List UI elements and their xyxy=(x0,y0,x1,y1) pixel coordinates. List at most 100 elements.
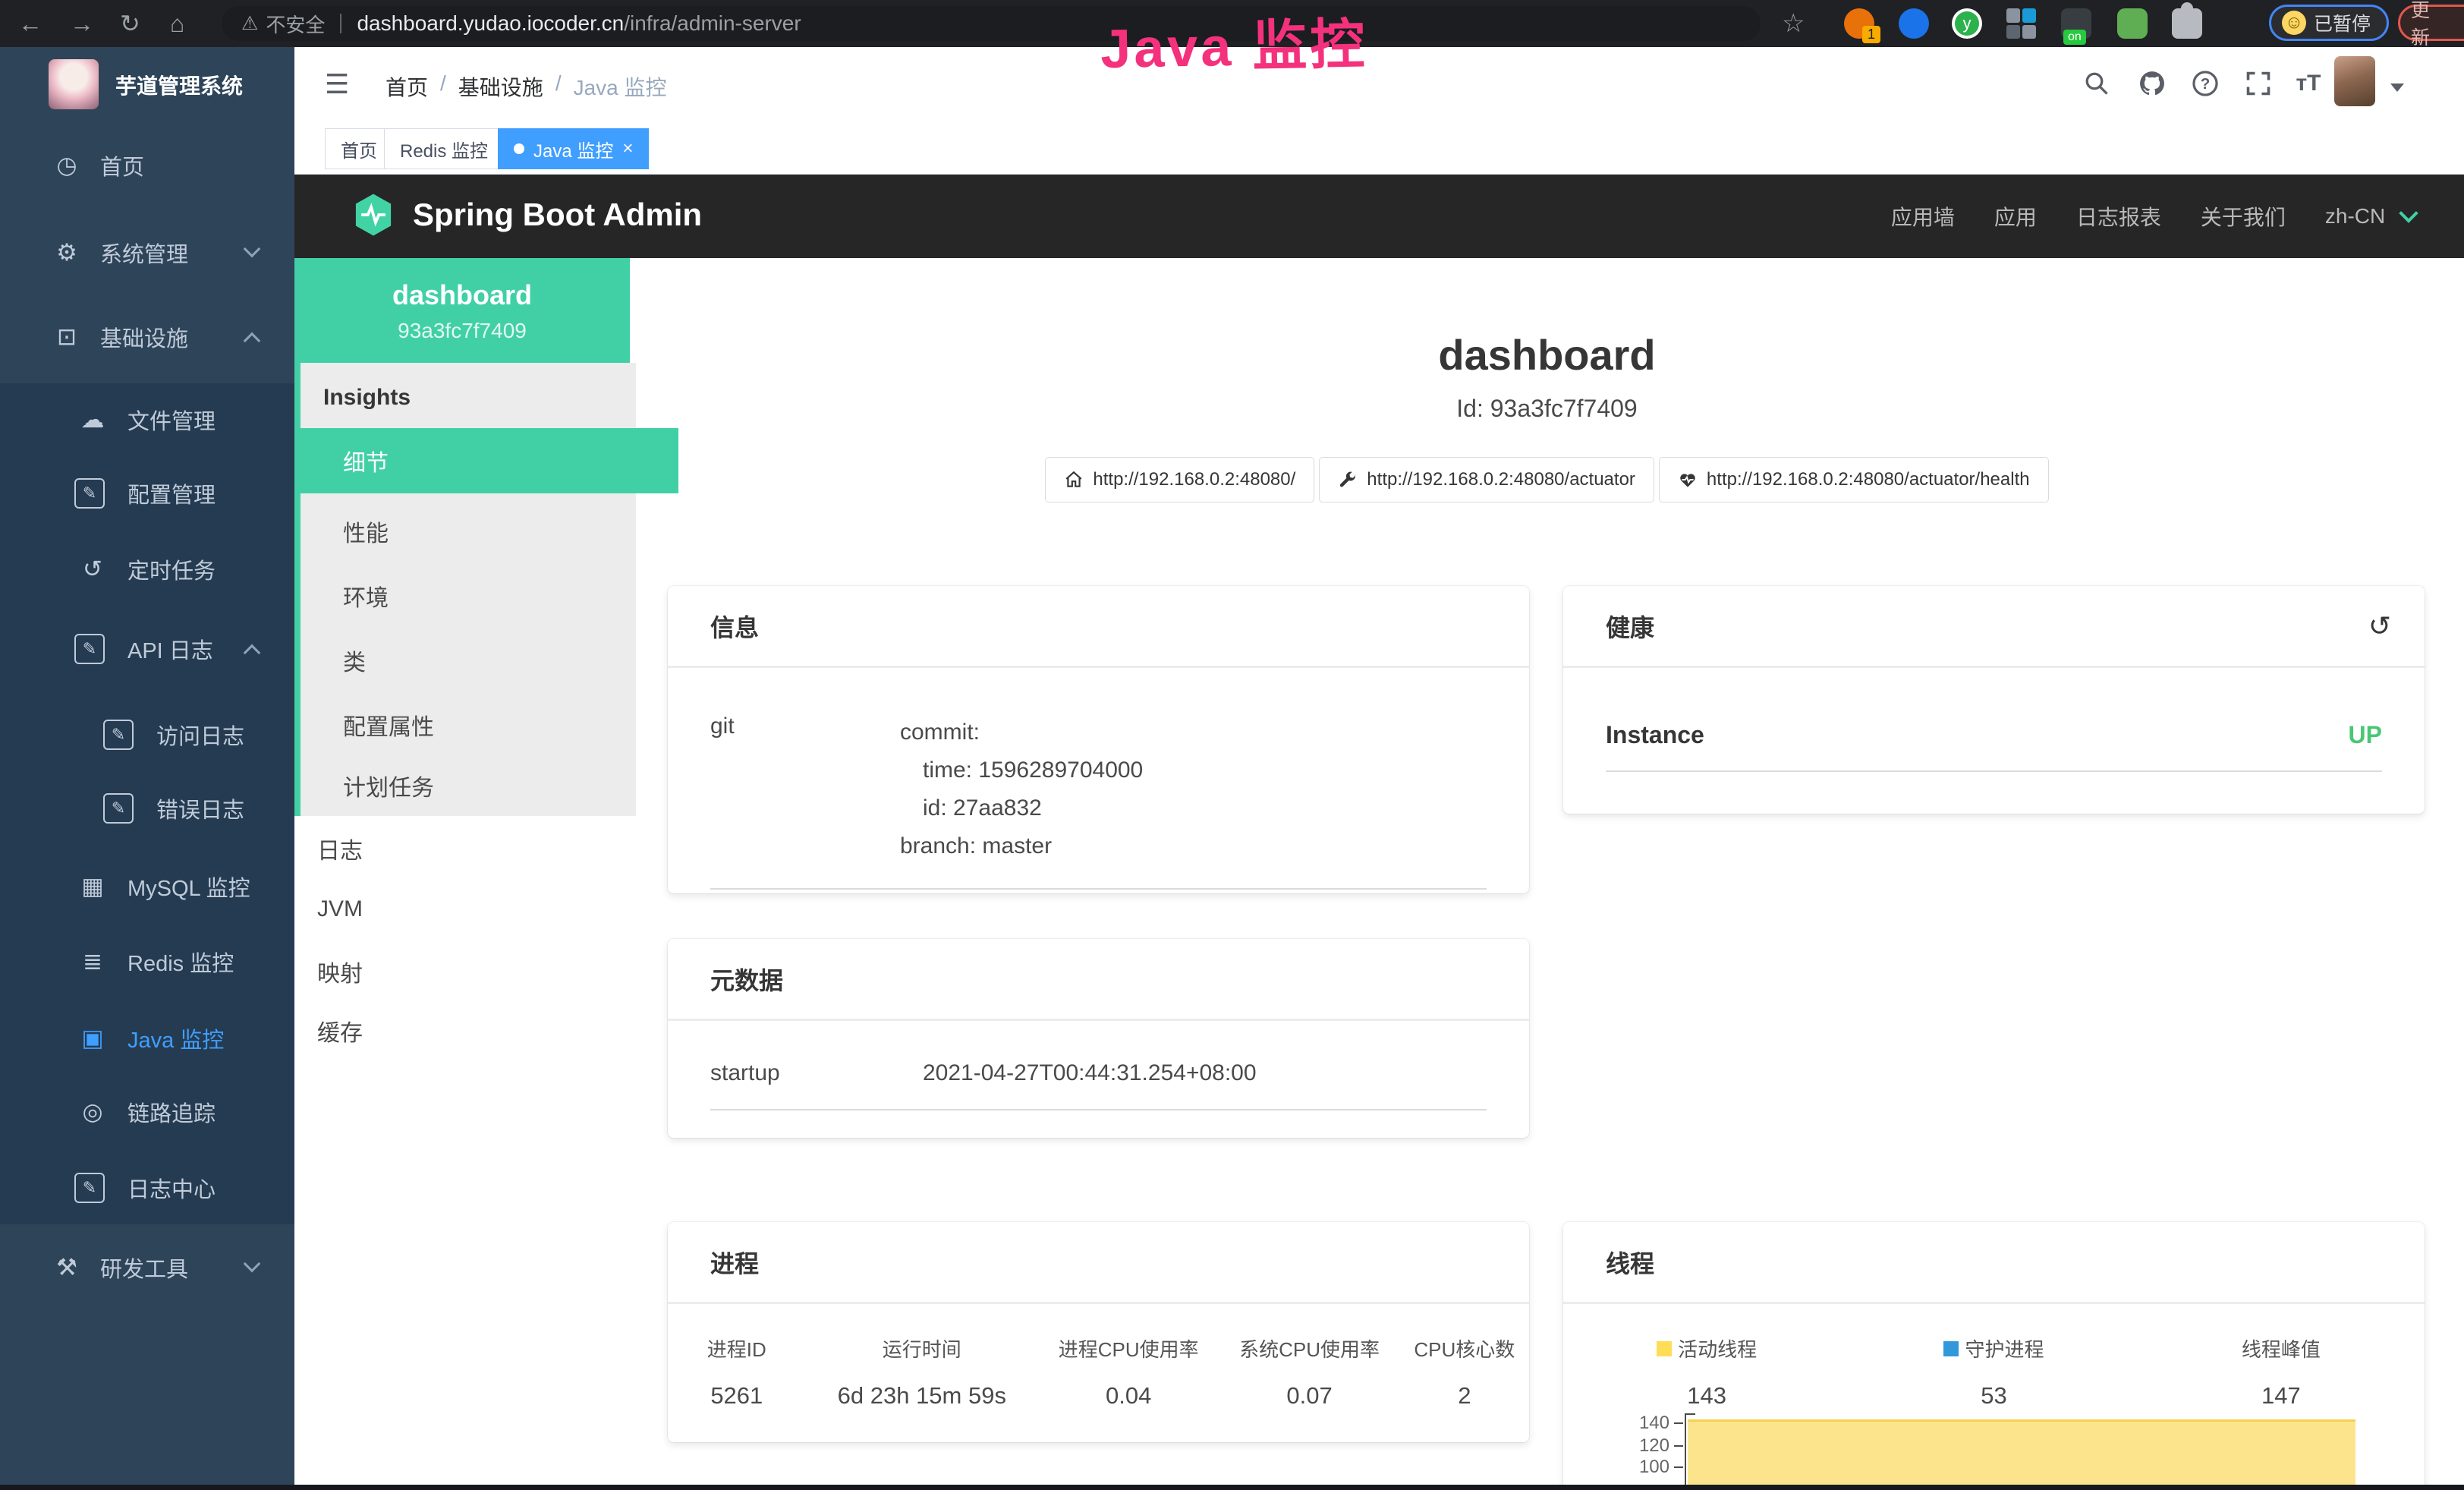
sba-language-select[interactable]: zh-CN xyxy=(2325,204,2415,228)
extension-grid-icon[interactable] xyxy=(2006,8,2037,39)
y-tick-label: 140 xyxy=(1594,1413,1669,1434)
sidebar-item-tracing[interactable]: ◎ 链路追踪 xyxy=(0,1078,294,1146)
sba-sidebar: dashboard 93a3fc7f7409 Insights 细节 性能 环境… xyxy=(294,258,630,1490)
browser-home-icon[interactable]: ⌂ xyxy=(170,0,184,47)
actuator-url-chip[interactable]: http://192.168.0.2:48080/actuator xyxy=(1319,457,1654,502)
threads-legend: 活动线程 143 守护进程 53 线程峰值 147 xyxy=(1563,1334,2425,1410)
paused-extension-pill[interactable]: ☺ 已暂停 xyxy=(2269,5,2389,41)
log-edit-icon: ✎ xyxy=(74,1173,105,1203)
puzzle-knob xyxy=(2181,2,2193,14)
history-icon: ↺ xyxy=(74,551,111,587)
sba-item-environment[interactable]: 环境 xyxy=(301,565,678,626)
sidebar-item-redis-monitor[interactable]: ≣ Redis 监控 xyxy=(0,928,294,996)
svg-text:?: ? xyxy=(2201,75,2211,93)
health-card-title: 健康 xyxy=(1606,609,1654,644)
tab-close-icon[interactable]: × xyxy=(622,138,633,159)
sidebar-item-java-monitor[interactable]: ▣ Java 监控 xyxy=(0,1004,294,1073)
update-browser-button[interactable]: 更新 ⋮ xyxy=(2398,5,2464,41)
help-icon[interactable]: ? xyxy=(2190,68,2220,99)
sidebar-item-access-logs[interactable]: ✎ 访问日志 xyxy=(0,701,294,769)
sba-nav-wallboard[interactable]: 应用墙 xyxy=(1891,201,1955,232)
git-time-line: time: 1596289704000 xyxy=(900,751,1143,789)
sidebar-item-infrastructure[interactable]: ⊡ 基础设施 xyxy=(0,303,294,371)
breadcrumb-home[interactable]: 首页 xyxy=(385,71,428,102)
sidebar-item-label: 访问日志 xyxy=(156,719,244,751)
handwritten-annotation: Java 监控 xyxy=(1100,0,1368,83)
sidebar-item-scheduled-jobs[interactable]: ↺ 定时任务 xyxy=(0,535,294,603)
hamburger-icon[interactable]: ☰ xyxy=(325,68,349,100)
health-instance-row: Instance UP xyxy=(1606,721,2382,772)
sba-nav-journal[interactable]: 日志报表 xyxy=(2076,201,2161,232)
browser-reload-icon[interactable]: ↻ xyxy=(120,0,140,47)
sba-item-metrics[interactable]: 性能 xyxy=(301,501,678,562)
process-col-value: 5261 xyxy=(668,1382,806,1410)
extension-orange-icon[interactable]: 1 xyxy=(1844,8,1874,39)
kebab-menu-icon[interactable]: ⋮ xyxy=(2456,11,2464,35)
health-url-chip[interactable]: http://192.168.0.2:48080/actuator/health xyxy=(1659,457,2049,502)
emoji-face-icon: ☺ xyxy=(2282,11,2306,35)
sidebar-item-label: 定时任务 xyxy=(127,553,216,585)
sba-item-scheduled-tasks[interactable]: 计划任务 xyxy=(301,755,678,816)
search-icon[interactable] xyxy=(2082,68,2112,99)
sidebar-item-error-logs[interactable]: ✎ 错误日志 xyxy=(0,774,294,843)
address-bar[interactable]: ⚠ 不安全 dashboard.yudao.iocoder.cn /infra/… xyxy=(222,6,1761,41)
actuator-url: http://192.168.0.2:48080/actuator xyxy=(1367,469,1635,490)
sidebar-item-label: 配置管理 xyxy=(127,477,216,509)
chevron-down-icon xyxy=(244,1255,261,1273)
process-col-value: 0.07 xyxy=(1219,1382,1399,1410)
sba-item-caches[interactable]: 缓存 xyxy=(294,1000,653,1061)
info-row-label: git xyxy=(710,713,900,865)
sba-item-config-props[interactable]: 配置属性 xyxy=(301,695,678,755)
service-url-chip[interactable]: http://192.168.0.2:48080/ xyxy=(1045,457,1314,502)
sidebar-item-log-center[interactable]: ✎ 日志中心 xyxy=(0,1154,294,1222)
sidebar-item-config-management[interactable]: ✎ 配置管理 xyxy=(0,459,294,528)
avatar-caret-icon[interactable] xyxy=(2390,83,2404,92)
health-history-icon[interactable]: ↺ xyxy=(2368,610,2391,642)
fullscreen-icon[interactable] xyxy=(2243,68,2274,99)
sba-navbar: Spring Boot Admin 应用墙 应用 日志报表 关于我们 zh-CN xyxy=(294,175,2464,258)
breadcrumb-separator: / xyxy=(440,71,446,102)
legend-label: 活动线程 xyxy=(1678,1334,1757,1362)
extensions-puzzle-icon[interactable] xyxy=(2172,8,2202,39)
sba-item-classes[interactable]: 类 xyxy=(301,630,678,691)
security-label: 不安全 xyxy=(266,10,325,38)
sba-item-jvm[interactable]: JVM xyxy=(294,879,653,940)
sidebar-item-mysql-monitor[interactable]: ▦ MySQL 监控 xyxy=(0,852,294,921)
extension-pin-icon[interactable] xyxy=(1899,8,1929,39)
extension-leaf-icon[interactable] xyxy=(2117,8,2148,39)
tab-home[interactable]: 首页 xyxy=(325,128,393,169)
sba-item-logs[interactable]: 日志 xyxy=(294,818,653,879)
metadata-row-value: 2021-04-27T00:44:31.254+08:00 xyxy=(923,1060,1257,1086)
extension-on-icon[interactable]: on xyxy=(2061,8,2091,39)
sba-hexagon-logo-icon xyxy=(354,193,393,237)
legend-label: 守护进程 xyxy=(1965,1334,2044,1362)
tab-java-monitor[interactable]: Java 监控 × xyxy=(498,128,649,169)
github-icon[interactable] xyxy=(2137,68,2167,99)
browser-back-icon[interactable]: ← xyxy=(18,0,42,47)
user-avatar[interactable] xyxy=(2334,56,2375,106)
process-col-value: 0.04 xyxy=(1038,1382,1219,1410)
sba-item-mappings[interactable]: 映射 xyxy=(294,941,653,1002)
metadata-card: 元数据 startup 2021-04-27T00:44:31.254+08:0… xyxy=(668,939,1529,1138)
font-size-icon[interactable]: ᴛT xyxy=(2293,68,2324,99)
sba-item-details[interactable]: 细节 xyxy=(301,428,678,493)
browser-forward-icon[interactable]: → xyxy=(70,0,94,47)
sidebar-item-file-management[interactable]: ☁ 文件管理 xyxy=(0,386,294,454)
metadata-row-label: startup xyxy=(710,1060,923,1086)
bookmark-star-icon[interactable]: ☆ xyxy=(1782,0,1805,47)
sidebar-item-api-logs[interactable]: ✎ API 日志 xyxy=(0,615,294,683)
service-url: http://192.168.0.2:48080/ xyxy=(1093,469,1295,490)
sba-brand[interactable]: Spring Boot Admin xyxy=(354,193,702,237)
breadcrumb-infrastructure[interactable]: 基础设施 xyxy=(458,71,543,102)
sba-nav-applications[interactable]: 应用 xyxy=(1994,201,2037,232)
sidebar-item-home[interactable]: ◷ 首页 xyxy=(0,131,294,200)
sidebar-item-system-management[interactable]: ⚙ 系统管理 xyxy=(0,219,294,287)
sba-nav-about[interactable]: 关于我们 xyxy=(2201,201,2286,232)
instance-links: http://192.168.0.2:48080/ http://192.168… xyxy=(630,457,2464,502)
y-tick-label: 100 xyxy=(1594,1457,1669,1478)
legend-label: 线程峰值 xyxy=(2242,1334,2321,1362)
metadata-startup-row: startup 2021-04-27T00:44:31.254+08:00 xyxy=(710,1060,1487,1110)
sidebar-item-dev-tools[interactable]: ⚒ 研发工具 xyxy=(0,1233,294,1302)
extension-y-icon[interactable]: y xyxy=(1952,8,1982,39)
health-card-header: 健康 ↺ xyxy=(1563,586,2425,668)
